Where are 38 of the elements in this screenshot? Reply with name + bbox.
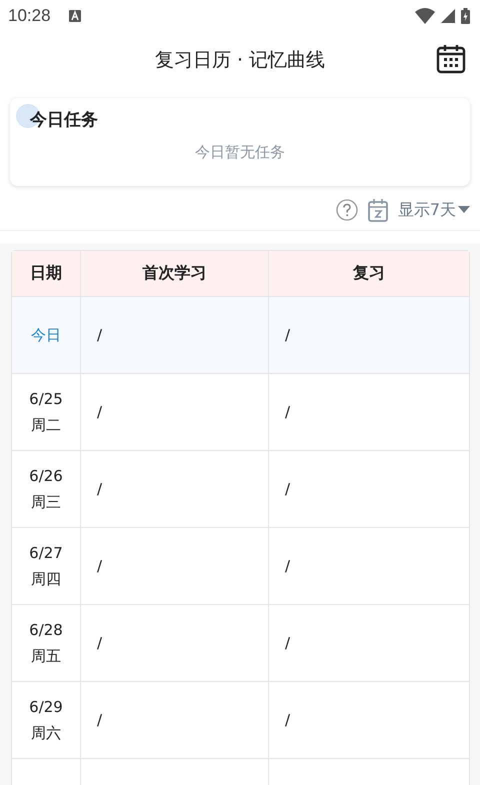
table-cell-text: / xyxy=(284,325,292,346)
calendar-today-icon[interactable] xyxy=(368,198,388,222)
caret-icon xyxy=(458,206,470,214)
date-cell: 6/29 周六 xyxy=(12,682,81,758)
table-cell: / xyxy=(81,605,269,681)
table-cell: / xyxy=(81,528,269,604)
calendar-icon[interactable] xyxy=(436,44,466,74)
date-cell: 6/25 周二 xyxy=(12,374,81,450)
table-cell-text: / xyxy=(284,479,292,500)
empty-message: 今日暂无任务 xyxy=(195,143,285,162)
table-cell-text: / xyxy=(284,556,292,577)
help-icon[interactable] xyxy=(336,199,358,221)
table-row[interactable]: 6/25 周二 / / xyxy=(12,373,469,450)
table-row[interactable]: 6/27 周四 / / xyxy=(12,527,469,604)
table-cell: / xyxy=(81,297,269,373)
signal-icon xyxy=(441,9,455,23)
range-dropdown[interactable]: 显示7天 xyxy=(398,200,470,220)
table-cell-text: / xyxy=(284,710,292,731)
page-title: 复习日历 · 记忆曲线 xyxy=(154,48,326,73)
table-cell-text: / xyxy=(284,633,292,654)
date-cell: 今日 xyxy=(12,297,81,373)
status-time: 10:28 xyxy=(8,6,51,26)
table-row[interactable]: 6/29 周六 / / xyxy=(12,681,469,758)
table-cell: / xyxy=(81,451,269,527)
date-cell: 6/28 周五 xyxy=(12,605,81,681)
table-cell-text: / xyxy=(284,402,292,423)
table-row[interactable]: 今日 / / xyxy=(12,296,469,373)
battery-icon xyxy=(461,8,470,24)
table-cell: / xyxy=(81,374,269,450)
date-cell: 6/27 周四 xyxy=(12,528,81,604)
card-title: 今日任务 xyxy=(30,109,98,131)
table-row[interactable]: 6/28 周五 / / xyxy=(12,604,469,681)
wifi-icon xyxy=(415,8,435,24)
table-row[interactable]: 6/26 周三 / / xyxy=(12,450,469,527)
table-cell: / xyxy=(81,682,269,758)
date-cell: 6/26 周三 xyxy=(12,451,81,527)
keyboard-icon xyxy=(68,10,81,22)
column-header: 复习 xyxy=(352,262,386,284)
